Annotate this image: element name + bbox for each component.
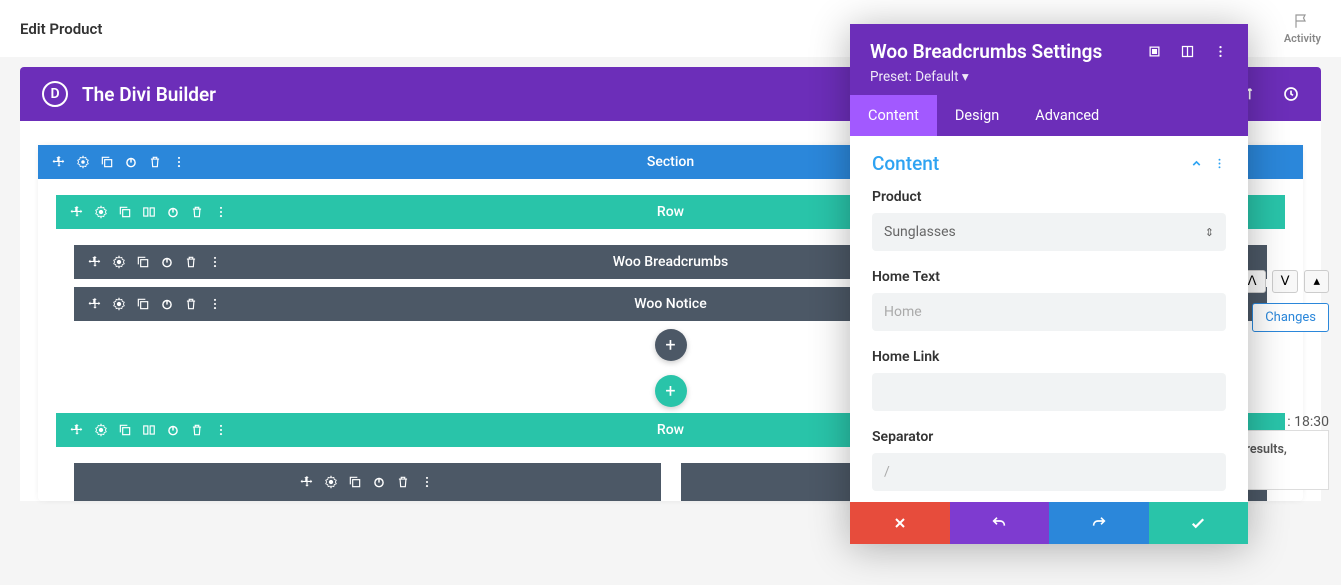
undo-button[interactable] [950, 502, 1050, 544]
product-select[interactable]: Sunglasses ⇕ [872, 213, 1226, 251]
move-icon[interactable] [88, 297, 102, 311]
trash-icon[interactable] [184, 297, 198, 311]
power-icon[interactable] [124, 155, 138, 169]
cancel-button[interactable] [850, 502, 950, 544]
home-link-input[interactable] [872, 373, 1226, 411]
gear-icon[interactable] [112, 297, 126, 311]
snap-icon[interactable] [1180, 44, 1195, 59]
home-text-label: Home Text [872, 269, 1226, 285]
duplicate-icon[interactable] [100, 155, 114, 169]
move-icon[interactable] [88, 255, 102, 269]
columns-icon[interactable] [142, 205, 156, 219]
power-icon[interactable] [160, 297, 174, 311]
duplicate-icon[interactable] [348, 475, 362, 489]
more-icon[interactable] [208, 297, 222, 311]
select-arrows-icon: ⇕ [1205, 226, 1214, 239]
trash-icon[interactable] [190, 205, 204, 219]
tab-design[interactable]: Design [937, 95, 1017, 136]
home-link-label: Home Link [872, 349, 1226, 365]
gear-icon[interactable] [94, 205, 108, 219]
gear-icon[interactable] [76, 155, 90, 169]
flag-icon [1293, 12, 1311, 30]
more-icon[interactable] [1213, 44, 1228, 59]
tab-advanced[interactable]: Advanced [1017, 95, 1117, 136]
power-icon[interactable] [166, 205, 180, 219]
gear-icon[interactable] [94, 423, 108, 437]
time-label: : 18:30 [1287, 414, 1329, 430]
row-label: Row [657, 422, 684, 438]
more-icon[interactable] [420, 475, 434, 489]
chevron-down-icon[interactable]: ᐯ [1272, 270, 1299, 293]
trash-icon[interactable] [148, 155, 162, 169]
add-row-button[interactable]: + [655, 375, 687, 407]
more-icon[interactable] [214, 423, 228, 437]
gear-icon[interactable] [112, 255, 126, 269]
chevron-up-icon[interactable] [1190, 157, 1203, 170]
changes-button[interactable]: Changes [1252, 303, 1329, 332]
add-module-button[interactable]: + [655, 329, 687, 361]
power-icon[interactable] [372, 475, 386, 489]
preset-dropdown[interactable]: Preset: Default ▾ [870, 69, 1228, 85]
chevron-up-down-icon[interactable]: ▴ [1304, 270, 1329, 293]
trash-icon[interactable] [190, 423, 204, 437]
save-button[interactable] [1149, 502, 1249, 544]
tab-content[interactable]: Content [850, 95, 937, 136]
more-icon[interactable] [172, 155, 186, 169]
activity-button[interactable]: Activity [1284, 12, 1321, 45]
more-icon[interactable] [214, 205, 228, 219]
gear-icon[interactable] [324, 475, 338, 489]
home-text-input[interactable]: Home [872, 293, 1226, 331]
redo-button[interactable] [1049, 502, 1149, 544]
trash-icon[interactable] [184, 255, 198, 269]
activity-label: Activity [1284, 32, 1321, 45]
divi-logo-icon: D [42, 81, 68, 107]
product-label: Product [872, 189, 1226, 205]
history-icon[interactable] [1283, 86, 1299, 102]
separator-label: Separator [872, 429, 1226, 445]
more-icon[interactable] [208, 255, 222, 269]
move-icon[interactable] [300, 475, 314, 489]
caret-down-icon: ▾ [962, 69, 969, 85]
power-icon[interactable] [160, 255, 174, 269]
duplicate-icon[interactable] [136, 255, 150, 269]
trash-icon[interactable] [396, 475, 410, 489]
power-icon[interactable] [166, 423, 180, 437]
duplicate-icon[interactable] [118, 205, 132, 219]
duplicate-icon[interactable] [118, 423, 132, 437]
settings-modal: Woo Breadcrumbs Settings Preset: Default… [850, 24, 1248, 544]
row-label: Row [657, 204, 684, 220]
move-icon[interactable] [70, 423, 84, 437]
page-title: Edit Product [20, 20, 102, 38]
move-icon[interactable] [52, 155, 66, 169]
separator-input[interactable]: / [872, 453, 1226, 491]
module-placeholder[interactable] [74, 463, 661, 501]
columns-icon[interactable] [142, 423, 156, 437]
more-icon[interactable] [1213, 157, 1226, 170]
module-label: Woo Notice [634, 296, 706, 312]
section-heading: Content [872, 152, 939, 175]
section-label: Section [647, 154, 694, 170]
expand-icon[interactable] [1147, 44, 1162, 59]
modal-title: Woo Breadcrumbs Settings [870, 40, 1102, 63]
move-icon[interactable] [70, 205, 84, 219]
duplicate-icon[interactable] [136, 297, 150, 311]
module-label: Woo Breadcrumbs [613, 254, 728, 270]
